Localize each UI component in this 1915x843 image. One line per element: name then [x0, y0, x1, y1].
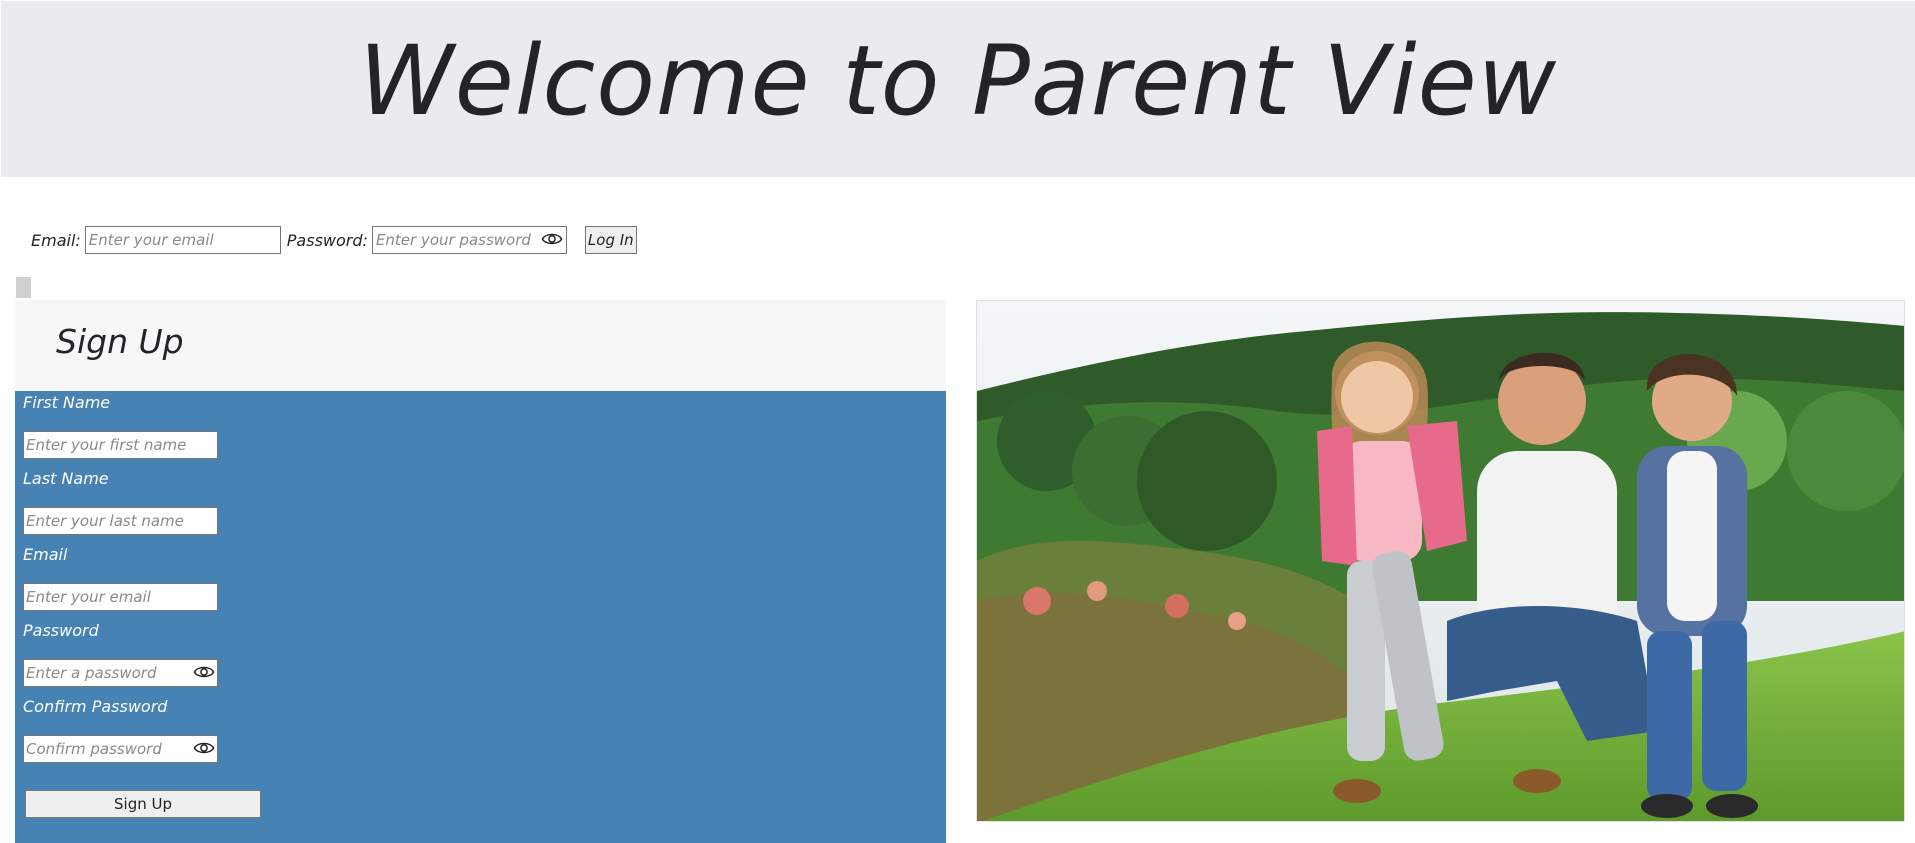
- signup-form: First Name Last Name Email Password Conf…: [15, 391, 946, 843]
- signup-button[interactable]: Sign Up: [25, 790, 261, 818]
- family-photo-illustration: [977, 301, 1904, 821]
- eye-icon[interactable]: [193, 662, 215, 682]
- confirm-password-input[interactable]: [23, 735, 218, 763]
- signup-password-wrapper: [23, 659, 218, 687]
- page-title: Welcome to Parent View: [358, 25, 1558, 137]
- family-photo: [976, 300, 1905, 822]
- collapse-toggle[interactable]: [16, 277, 31, 298]
- signup-email-label: Email: [23, 545, 68, 564]
- confirm-password-label: Confirm Password: [23, 697, 168, 716]
- last-name-input[interactable]: [23, 507, 218, 535]
- signup-email-input[interactable]: [23, 583, 218, 611]
- login-email-input[interactable]: [84, 226, 281, 254]
- login-email-label: Email:: [31, 230, 81, 250]
- login-password-label: Password:: [286, 230, 368, 250]
- eye-icon[interactable]: [193, 738, 215, 758]
- signup-header: Sign Up: [15, 300, 946, 391]
- login-button[interactable]: Log In: [584, 226, 637, 254]
- signup-password-label: Password: [23, 621, 99, 640]
- signup-title: Sign Up: [56, 322, 184, 361]
- signup-password-input[interactable]: [23, 659, 218, 687]
- login-bar: Email: Password: Log In: [31, 226, 637, 254]
- page-header: Welcome to Parent View: [1, 1, 1915, 177]
- login-password-wrapper: [371, 226, 567, 254]
- eye-icon[interactable]: [541, 229, 563, 249]
- first-name-input[interactable]: [23, 431, 218, 459]
- first-name-label: First Name: [23, 393, 111, 412]
- login-password-input[interactable]: [371, 226, 567, 254]
- last-name-label: Last Name: [23, 469, 109, 488]
- confirm-password-wrapper: [23, 735, 218, 763]
